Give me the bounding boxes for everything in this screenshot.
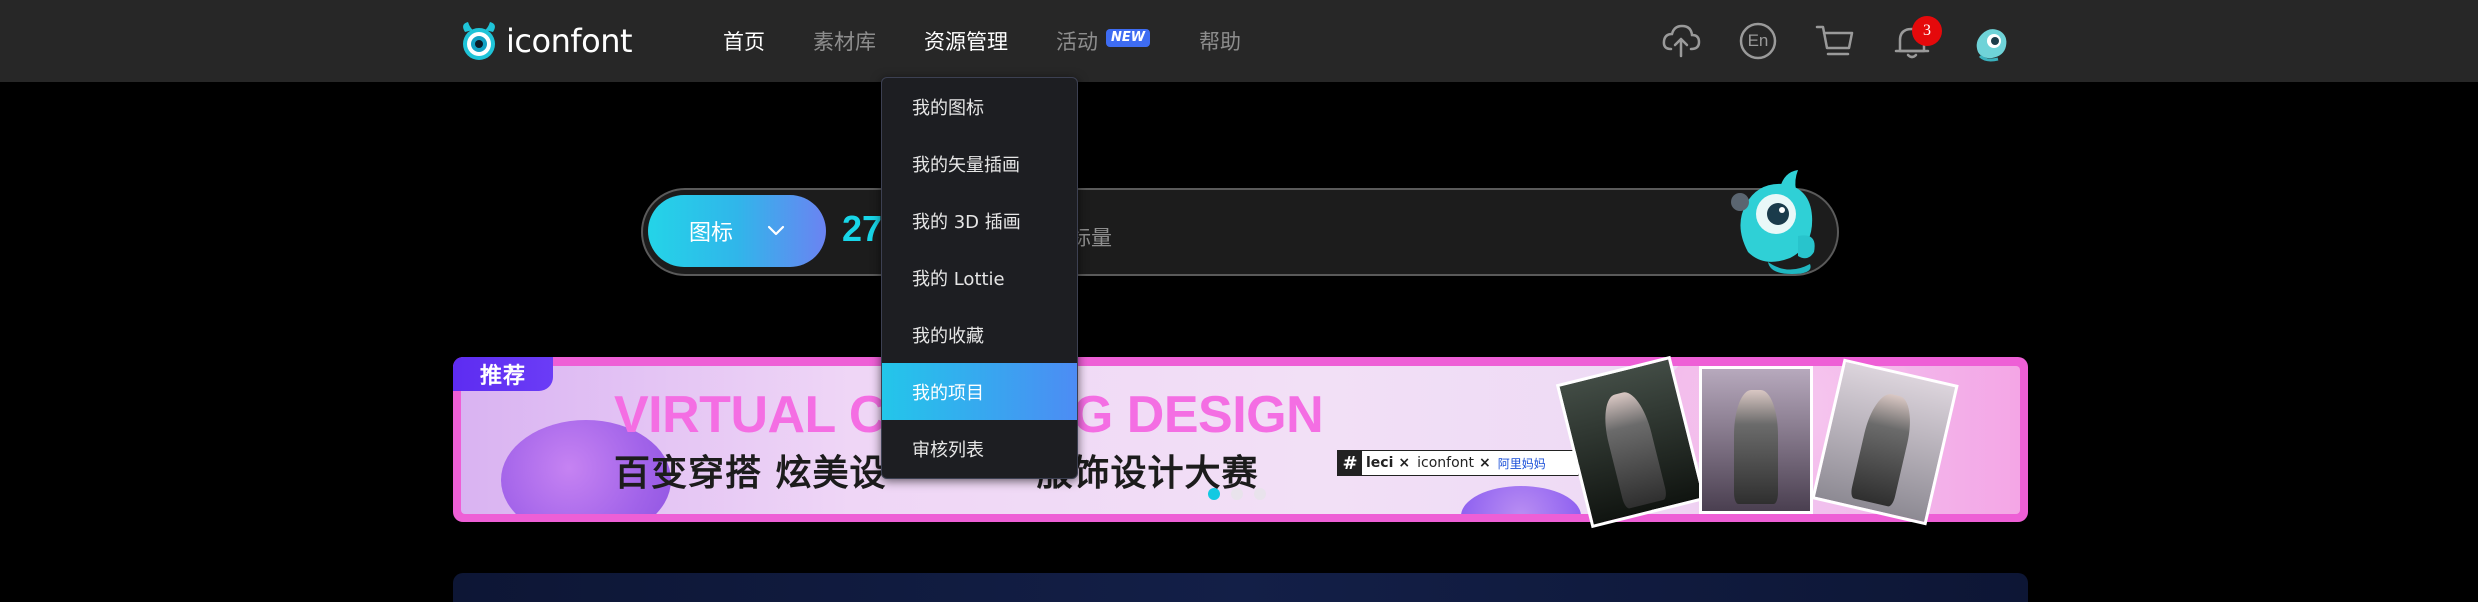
figure-silhouette xyxy=(1597,388,1669,510)
banner-title-en-left: VIRTUAL C xyxy=(614,386,886,444)
banner-photo-2 xyxy=(1699,366,1813,514)
menu-item-my-3d-illustrations[interactable]: 我的 3D 插画 xyxy=(882,192,1077,249)
menu-item-label: 我的 3D 插画 xyxy=(912,211,1021,233)
co-brand-strip: # leci × iconfont × 阿里妈妈 xyxy=(1337,450,1579,476)
menu-item-my-projects[interactable]: 我的项目 xyxy=(882,363,1077,420)
figure-silhouette xyxy=(1849,389,1918,508)
upload-icon[interactable] xyxy=(1660,20,1702,62)
figure-silhouette xyxy=(1734,390,1778,504)
nav-materials-label: 素材库 xyxy=(813,30,876,54)
menu-item-label: 我的收藏 xyxy=(912,325,984,347)
nav-help-label: 帮助 xyxy=(1199,30,1241,54)
logo-text: iconfont xyxy=(506,22,633,60)
user-avatar[interactable] xyxy=(1972,22,2010,62)
language-switch-icon[interactable]: En xyxy=(1737,20,1779,62)
menu-item-label: 我的项目 xyxy=(912,382,984,404)
carousel-dot[interactable] xyxy=(1254,488,1266,500)
banner-title-en-right: G DESIGN xyxy=(1072,386,1324,444)
menu-item-review-list[interactable]: 审核列表 xyxy=(882,420,1077,477)
recommend-tag: 推荐 xyxy=(453,357,553,391)
search-type-select[interactable]: 图标 xyxy=(648,195,826,267)
nav-activity[interactable]: 活动 NEW xyxy=(1056,0,1151,82)
menu-item-my-lottie[interactable]: 我的 Lottie xyxy=(882,249,1077,306)
menu-item-my-icons[interactable]: 我的图标 xyxy=(882,78,1077,135)
site-logo[interactable]: iconfont xyxy=(456,18,633,64)
iconfont-logo-icon xyxy=(463,22,495,60)
menu-item-my-vector-illustrations[interactable]: 我的矢量插画 xyxy=(882,135,1077,192)
co-brand-iconfont: iconfont xyxy=(1417,455,1475,471)
co-brand-separator: × xyxy=(1479,455,1491,471)
new-badge: NEW xyxy=(1106,29,1151,47)
hashtag-icon: # xyxy=(1338,451,1362,475)
co-brand-alimama: 阿里妈妈 xyxy=(1497,456,1546,471)
decorative-blob xyxy=(1461,486,1581,514)
carousel-dot[interactable] xyxy=(1208,488,1220,500)
co-brand-separator: × xyxy=(1398,455,1411,471)
co-brand-leci: leci xyxy=(1366,455,1394,471)
menu-item-my-favorites[interactable]: 我的收藏 xyxy=(882,306,1077,363)
top-header: iconfont 首页 素材库 资源管理 活动 NEW 帮助 En 3 xyxy=(0,0,2478,82)
menu-item-label: 我的矢量插画 xyxy=(912,154,1020,176)
menu-item-label: 审核列表 xyxy=(912,439,984,461)
cart-icon[interactable] xyxy=(1814,20,1856,62)
notification-count-badge: 3 xyxy=(1912,16,1942,46)
nav-materials[interactable]: 素材库 xyxy=(813,0,876,82)
resource-management-menu: 我的图标 我的矢量插画 我的 3D 插画 我的 Lottie 我的收藏 我的项目… xyxy=(881,77,1078,479)
carousel-dot[interactable] xyxy=(1231,488,1243,500)
content-panel-top xyxy=(453,573,2028,602)
icon-count: 27 xyxy=(842,208,883,249)
language-label: En xyxy=(1747,31,1769,50)
chevron-down-icon xyxy=(767,225,785,236)
nav-resources-label: 资源管理 xyxy=(924,30,1008,54)
nav-home[interactable]: 首页 xyxy=(723,0,765,82)
search-type-label: 图标 xyxy=(688,221,733,246)
nav-activity-label: 活动 xyxy=(1056,30,1098,54)
nav-help[interactable]: 帮助 xyxy=(1199,0,1241,82)
mascot-icon xyxy=(1731,170,1815,274)
carousel-dots xyxy=(1208,488,1266,500)
menu-item-label: 我的 Lottie xyxy=(912,268,1005,290)
nav-resource-management[interactable]: 资源管理 xyxy=(924,0,1008,82)
nav-home-label: 首页 xyxy=(723,30,765,54)
menu-item-label: 我的图标 xyxy=(912,97,984,119)
banner-title-zh-left: 百变穿搭 炫美设 xyxy=(614,453,887,494)
